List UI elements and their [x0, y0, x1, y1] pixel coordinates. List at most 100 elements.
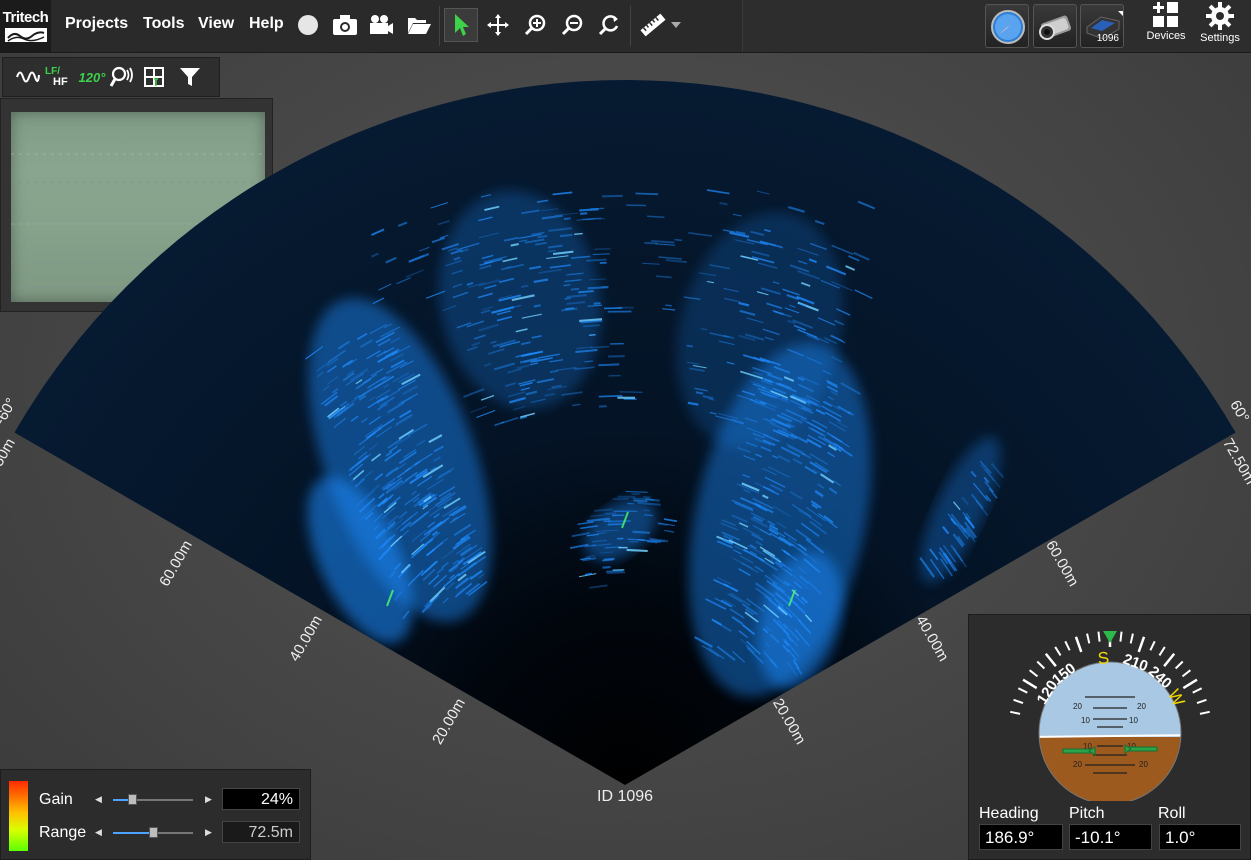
- sonar-echo-streak: [738, 334, 756, 342]
- settings-button[interactable]: Settings: [1194, 2, 1246, 50]
- pointer-arrow-icon[interactable]: [444, 8, 478, 42]
- sonar-echo-streak: [984, 481, 994, 493]
- sonar-echo-streak: [385, 451, 393, 457]
- sonar-echo-streak: [593, 508, 613, 512]
- sonar-echo-streak: [769, 658, 777, 667]
- zoom-in-icon[interactable]: [518, 8, 552, 42]
- sonar-echo-streak: [770, 610, 778, 617]
- range-decrease-arrow-icon[interactable]: ◀: [95, 827, 102, 838]
- gain-slider-thumb[interactable]: [128, 794, 138, 805]
- sonar-echo-streak: [539, 353, 560, 359]
- compass-device-button[interactable]: [985, 4, 1029, 48]
- gain-value-field[interactable]: 24%: [222, 788, 300, 810]
- sonar-echo-streak: [427, 521, 436, 528]
- menu-tools[interactable]: Tools: [143, 15, 184, 33]
- sonar-echo-streak: [337, 340, 350, 350]
- gain-increase-arrow-icon[interactable]: ▶: [205, 794, 212, 805]
- range-slider[interactable]: [113, 827, 193, 838]
- sonar-echo-streak: [429, 586, 446, 603]
- sonar-echo-streak: [369, 443, 378, 451]
- sonar-echo-streak: [755, 587, 772, 600]
- sonar-echo-streak: [327, 350, 346, 363]
- sonar-echo-streak: [496, 315, 512, 322]
- sonar-echo-streak: [594, 247, 611, 251]
- sonar-echo-streak: [563, 217, 571, 221]
- sonar-echo-streak: [349, 368, 369, 382]
- sonar-echo-streak: [647, 540, 658, 544]
- devices-button[interactable]: Devices: [1140, 2, 1192, 50]
- sonar-echo-streak: [764, 625, 772, 633]
- sonar-echo-streak: [820, 473, 835, 484]
- zoom-reset-icon[interactable]: [592, 8, 626, 42]
- sonar-echo-streak: [964, 516, 975, 529]
- range-increase-arrow-icon[interactable]: ▶: [205, 827, 212, 838]
- waveform-icon[interactable]: [13, 62, 43, 92]
- sonar-echo-streak: [795, 595, 805, 605]
- range-value-field[interactable]: 72.5m: [222, 821, 300, 843]
- dropdown-arrow-icon[interactable]: [664, 8, 688, 42]
- sonar-echo-streak: [398, 429, 414, 440]
- sonar-echo-streak: [781, 428, 794, 436]
- aperture-toggle[interactable]: 120°: [77, 62, 107, 92]
- sonar-echo-streak: [953, 501, 961, 511]
- sonar-echo-streak: [455, 537, 466, 546]
- sonar-echo-streak: [754, 565, 764, 573]
- frequency-toggle[interactable]: LF/ HF: [45, 62, 75, 92]
- sonar-echo-streak: [749, 380, 771, 389]
- sonar-echo-streak: [355, 378, 372, 390]
- sonar-echo-streak: [776, 430, 794, 440]
- sonar-echo-streak: [541, 214, 563, 220]
- sonar-echo-highlight: [621, 511, 629, 529]
- record-dot-icon[interactable]: [291, 8, 325, 42]
- menu-projects[interactable]: Projects: [65, 15, 128, 33]
- camera-device-button[interactable]: [1033, 4, 1077, 48]
- sonar-echo-streak: [517, 379, 536, 385]
- sonar-echo-streak: [408, 254, 425, 264]
- move-icon[interactable]: [481, 8, 515, 42]
- camera-video-feed[interactable]: [11, 112, 265, 302]
- range-slider-thumb[interactable]: [149, 827, 158, 838]
- camera-icon[interactable]: [328, 8, 362, 42]
- sonar-echo-streak: [764, 229, 771, 233]
- sonar-echo-streak: [761, 392, 774, 399]
- sonar-echo-streak: [745, 645, 754, 653]
- sonar-echo-streak: [752, 366, 772, 375]
- sonar-echo-streak: [378, 536, 392, 550]
- color-palette-bar[interactable]: [9, 781, 28, 851]
- sonar-echo-streak: [807, 434, 826, 446]
- sonar-echo-streak: [604, 546, 622, 549]
- sonar-echo-streak: [600, 551, 613, 554]
- sonar-echo-streak: [714, 597, 732, 608]
- filter-icon[interactable]: [175, 62, 205, 92]
- gain-decrease-arrow-icon[interactable]: ◀: [95, 794, 102, 805]
- zoom-out-icon[interactable]: [555, 8, 589, 42]
- acoustic-zoom-icon[interactable]: [107, 62, 137, 92]
- sonar-echo-streak: [452, 283, 463, 288]
- sonar-echo-streak: [755, 453, 763, 458]
- gain-slider[interactable]: [113, 794, 193, 805]
- compass-tick: [1182, 678, 1198, 690]
- sonar-echo-streak: [565, 272, 584, 276]
- sonar-echo-streak: [780, 446, 801, 458]
- sonar-echo-streak: [354, 478, 366, 488]
- sonar-echo-streak: [442, 505, 460, 518]
- menu-help[interactable]: Help: [249, 15, 284, 33]
- sonar-echo-streak: [353, 394, 360, 400]
- sonar-echo-streak: [789, 264, 810, 273]
- sonar-echo-streak: [723, 583, 738, 593]
- sonar-echo-streak: [772, 573, 789, 587]
- left-angle-label: -60°: [0, 394, 21, 428]
- sonar-device-button[interactable]: 1096: [1080, 4, 1124, 48]
- sonar-echo-streak: [780, 412, 803, 424]
- roll-value: 1.0°: [1159, 824, 1241, 850]
- sonar-echo-streak: [950, 513, 967, 534]
- open-folder-icon[interactable]: [402, 8, 436, 42]
- video-camera-icon[interactable]: [364, 8, 398, 42]
- grid-icon[interactable]: [139, 62, 169, 92]
- sonar-echo-streak: [752, 497, 774, 510]
- sonar-echo-streak: [342, 402, 350, 410]
- sonar-echo-streak: [459, 546, 472, 556]
- add-device-icon: [1153, 2, 1178, 27]
- menu-view[interactable]: View: [198, 15, 234, 33]
- settings-label: Settings: [1200, 32, 1240, 44]
